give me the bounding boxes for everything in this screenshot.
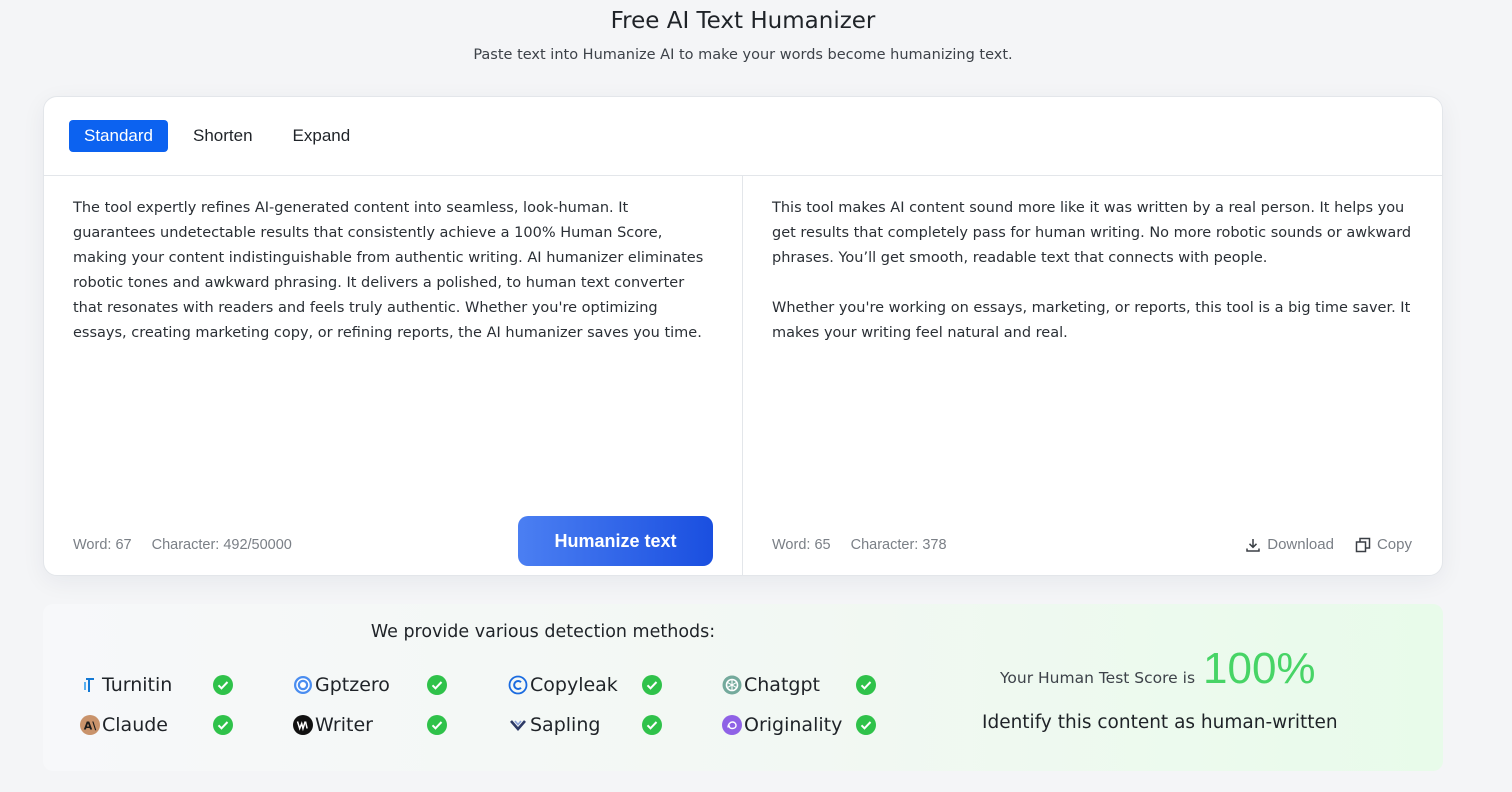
gptzero-icon: [293, 675, 313, 695]
download-label: Download: [1267, 536, 1334, 553]
check-icon: [856, 675, 876, 695]
check-icon: [213, 715, 233, 735]
detector-writer: Writer: [293, 713, 373, 737]
editor-card: Standard Shorten Expand The tool expertl…: [43, 96, 1443, 576]
output-paragraph: This tool makes AI content sound more li…: [772, 200, 1412, 266]
check-icon: [427, 715, 447, 735]
check-icon: [856, 715, 876, 735]
output-text: This tool makes AI content sound more li…: [772, 196, 1414, 346]
output-word-count: Word: 65: [772, 537, 831, 553]
output-pane: This tool makes AI content sound more li…: [743, 176, 1442, 575]
mode-tabs: Standard Shorten Expand: [44, 97, 1442, 176]
page-title: Free AI Text Humanizer: [610, 8, 876, 34]
download-button[interactable]: Download: [1245, 536, 1334, 553]
output-paragraph: Whether you're working on essays, market…: [772, 300, 1411, 341]
writer-icon: [293, 715, 313, 735]
claude-icon: A\: [80, 715, 100, 735]
tab-standard[interactable]: Standard: [69, 120, 168, 152]
sapling-icon: [508, 715, 528, 735]
turnitin-icon: [80, 675, 100, 695]
page-subtitle: Paste text into Humanize AI to make your…: [473, 47, 1013, 63]
check-icon: [642, 715, 662, 735]
tab-shorten[interactable]: Shorten: [178, 120, 268, 152]
check-icon: [213, 675, 233, 695]
detection-title: We provide various detection methods:: [370, 622, 716, 642]
svg-text:A\: A\: [84, 720, 98, 733]
detector-copyleak: Copyleak: [508, 673, 618, 697]
check-icon: [642, 675, 662, 695]
input-char-count: Character: 492/50000: [151, 537, 292, 553]
output-char-count: Character: 378: [850, 537, 947, 553]
verdict-text: Identify this content as human-written: [982, 712, 1338, 733]
download-icon: [1246, 538, 1260, 552]
copy-label: Copy: [1376, 536, 1412, 553]
copy-button[interactable]: Copy: [1355, 536, 1412, 553]
tab-expand[interactable]: Expand: [278, 120, 366, 152]
human-score: Your Human Test Score is 100%: [1000, 644, 1316, 694]
detector-originality: Originality: [722, 713, 842, 737]
input-word-count: Word: 67: [73, 537, 132, 553]
input-text[interactable]: The tool expertly refines AI-generated c…: [73, 196, 714, 346]
input-counts: Word: 67 Character: 492/50000: [73, 537, 292, 553]
detector-claude: A\ Claude: [80, 713, 168, 737]
detector-chatgpt: Chatgpt: [722, 673, 820, 697]
input-pane[interactable]: The tool expertly refines AI-generated c…: [44, 176, 743, 575]
score-value: 100%: [1203, 644, 1316, 693]
check-icon: [427, 675, 447, 695]
chatgpt-icon: [722, 675, 742, 695]
detector-sapling: Sapling: [508, 713, 600, 737]
output-counts: Word: 65 Character: 378: [772, 537, 947, 553]
detector-turnitin: Turnitin: [80, 673, 172, 697]
output-actions: Download Copy: [1245, 536, 1412, 553]
detector-gptzero: Gptzero: [293, 673, 390, 697]
copy-icon: [1355, 537, 1371, 552]
humanize-button[interactable]: Humanize text: [518, 516, 713, 566]
editor-panes: The tool expertly refines AI-generated c…: [44, 176, 1442, 575]
copyleak-icon: [508, 675, 528, 695]
originality-icon: [722, 715, 742, 735]
score-label: Your Human Test Score is: [1000, 669, 1196, 687]
detection-card: We provide various detection methods: Tu…: [43, 604, 1443, 771]
